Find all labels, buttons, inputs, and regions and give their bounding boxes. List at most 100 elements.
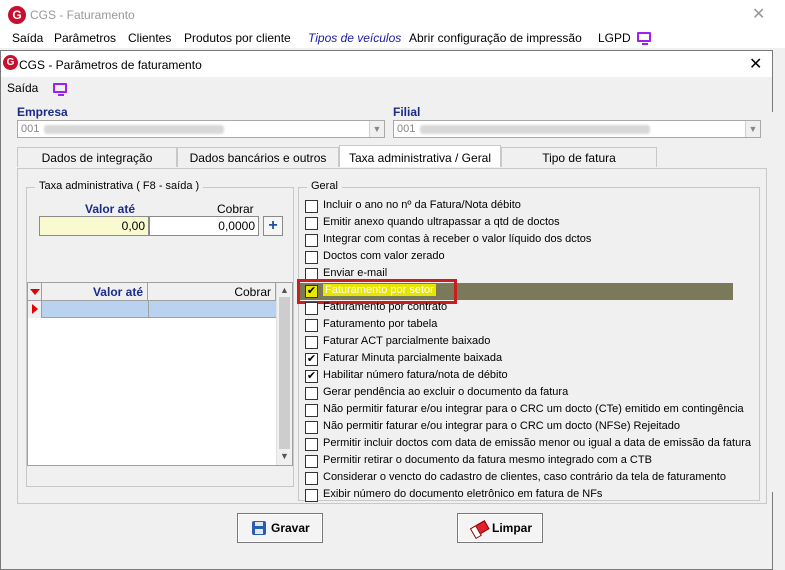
checkbox[interactable] xyxy=(305,234,318,247)
tab-strip: Dados de integração Dados bancários e ou… xyxy=(17,145,767,169)
filial-value: 001 xyxy=(397,123,416,135)
eraser-icon xyxy=(472,520,490,536)
option-considerar-vencto[interactable]: Considerar o vencto do cadastro de clien… xyxy=(305,470,765,487)
main-titlebar: G CGS - Faturamento ✕ xyxy=(0,0,785,30)
option-faturar-minuta[interactable]: ✔ Faturar Minuta parcialmente baixada xyxy=(305,351,765,368)
limpar-label: Limpar xyxy=(492,521,533,535)
taxa-groupbox: Taxa administrativa ( F8 - saída ) Valor… xyxy=(26,180,294,487)
option-emitir-anexo[interactable]: Emitir anexo quando ultrapassar a qtd de… xyxy=(305,215,765,232)
dialog-titlebar: G CGS - Parâmetros de faturamento ✕ xyxy=(1,51,772,77)
grid-col-cobrar[interactable]: Cobrar xyxy=(148,283,276,301)
dialog-close-icon[interactable]: ✕ xyxy=(749,54,762,74)
menu-lgpd[interactable]: LGPD xyxy=(598,31,631,45)
option-habilitar-numero[interactable]: ✔ Habilitar número fatura/nota de débito xyxy=(305,368,765,385)
taxa-grid: Valor até Cobrar ▲ ▼ xyxy=(27,282,293,466)
scroll-down-icon[interactable]: ▼ xyxy=(277,451,292,461)
geral-options-list: Incluir o ano no nº da Fatura/Nota débit… xyxy=(297,198,759,508)
option-faturamento-setor[interactable]: ✔ Faturamento por setor xyxy=(305,283,765,300)
checkbox[interactable] xyxy=(305,336,318,349)
checkbox[interactable] xyxy=(305,472,318,485)
filial-dropdown-icon[interactable]: ▼ xyxy=(745,121,760,137)
taxa-legend: Taxa administrativa ( F8 - saída ) xyxy=(35,180,204,192)
filial-redacted xyxy=(420,125,650,134)
dialog-menu-saida[interactable]: Saída xyxy=(7,81,38,95)
checkbox[interactable] xyxy=(305,319,318,332)
tab-taxa-administrativa-geral[interactable]: Taxa administrativa / Geral xyxy=(339,145,501,167)
valor-ate-input[interactable]: 0,00 xyxy=(39,216,149,236)
checkbox[interactable] xyxy=(305,404,318,417)
tab-dados-bancarios[interactable]: Dados bancários e outros xyxy=(177,147,339,167)
save-icon xyxy=(252,521,266,535)
table-row[interactable] xyxy=(28,301,276,318)
grid-indicator-header xyxy=(28,283,42,301)
add-taxa-button[interactable]: + xyxy=(263,216,283,236)
parametros-dialog: G CGS - Parâmetros de faturamento ✕ Saíd… xyxy=(0,50,773,570)
menu-saida[interactable]: Saída xyxy=(12,31,43,45)
checkbox[interactable] xyxy=(305,489,318,502)
option-nao-permitir-nfse[interactable]: Não permitir faturar e/ou integrar para … xyxy=(305,419,765,436)
grid-vertical-scrollbar[interactable]: ▲ ▼ xyxy=(276,283,292,465)
option-faturamento-tabela[interactable]: Faturamento por tabela xyxy=(305,317,765,334)
row-divider xyxy=(148,301,149,318)
tab-dados-integracao[interactable]: Dados de integração xyxy=(17,147,177,167)
option-permitir-incluir[interactable]: Permitir incluir doctos com data de emis… xyxy=(305,436,765,453)
option-gerar-pendencia[interactable]: Gerar pendência ao excluir o documento d… xyxy=(305,385,765,402)
option-nao-permitir-cte[interactable]: Não permitir faturar e/ou integrar para … xyxy=(305,402,765,419)
option-faturar-act[interactable]: Faturar ACT parcialmente baixado xyxy=(305,334,765,351)
checkbox[interactable] xyxy=(305,387,318,400)
empresa-redacted xyxy=(44,125,224,134)
cobrar-input[interactable]: 0,0000 xyxy=(149,216,259,236)
limpar-button[interactable]: Limpar xyxy=(457,513,543,543)
main-close-icon[interactable]: ✕ xyxy=(752,4,765,24)
checkbox[interactable] xyxy=(305,217,318,230)
app-logo-icon: G xyxy=(8,6,26,24)
tab-tipo-de-fatura[interactable]: Tipo de fatura xyxy=(501,147,657,167)
row-indicator xyxy=(28,301,42,318)
scroll-up-icon[interactable]: ▲ xyxy=(277,285,292,295)
menu-clientes[interactable]: Clientes xyxy=(128,31,171,45)
checkbox[interactable] xyxy=(305,302,318,315)
main-window-title: CGS - Faturamento xyxy=(30,8,135,22)
menu-abrir-configuracao-impressao[interactable]: Abrir configuração de impressão xyxy=(409,31,582,45)
checkbox[interactable] xyxy=(305,438,318,451)
grid-col-valor-ate[interactable]: Valor até xyxy=(42,283,148,301)
checkbox[interactable] xyxy=(305,455,318,468)
option-faturamento-contrato[interactable]: Faturamento por contrato xyxy=(305,300,765,317)
gravar-button[interactable]: Gravar xyxy=(237,513,323,543)
empresa-value: 001 xyxy=(21,123,40,135)
option-doctos-zerado[interactable]: Doctos com valor zerado xyxy=(305,249,765,266)
empresa-select[interactable]: 001 ▼ xyxy=(17,120,385,138)
option-permitir-retirar[interactable]: Permitir retirar o documento da fatura m… xyxy=(305,453,765,470)
menu-parametros[interactable]: Parâmetros xyxy=(54,31,116,45)
main-window-scrollbar[interactable] xyxy=(767,112,777,492)
main-menubar: Saída Parâmetros Clientes Produtos por c… xyxy=(0,30,785,48)
checkbox[interactable] xyxy=(305,421,318,434)
option-incluir-ano[interactable]: Incluir o ano no nº da Fatura/Nota débit… xyxy=(305,198,765,215)
sort-down-icon xyxy=(30,289,40,295)
checkbox[interactable] xyxy=(305,200,318,213)
empresa-label: Empresa xyxy=(17,105,68,119)
geral-groupbox: Geral Incluir o ano no nº da Fatura/Nota… xyxy=(297,180,760,502)
geral-legend: Geral xyxy=(307,180,342,192)
monitor-icon[interactable] xyxy=(637,32,651,45)
option-exibir-numero[interactable]: Exibir número do documento eletrônico em… xyxy=(305,487,765,504)
checkbox-checked[interactable]: ✔ xyxy=(305,285,318,298)
dialog-title: CGS - Parâmetros de faturamento xyxy=(19,58,202,72)
menu-tipos-de-veiculos[interactable]: Tipos de veículos xyxy=(308,31,401,45)
cobrar-label: Cobrar xyxy=(217,202,254,216)
empresa-dropdown-icon[interactable]: ▼ xyxy=(369,121,384,137)
row-pointer-icon xyxy=(32,304,38,314)
scroll-thumb[interactable] xyxy=(279,297,290,449)
checkbox[interactable] xyxy=(305,251,318,264)
dialog-logo-icon: G xyxy=(3,55,18,70)
filial-select[interactable]: 001 ▼ xyxy=(393,120,761,138)
gravar-label: Gravar xyxy=(271,521,310,535)
checkbox-checked[interactable]: ✔ xyxy=(305,370,318,383)
tab-panel: Taxa administrativa ( F8 - saída ) Valor… xyxy=(17,168,767,504)
filial-label: Filial xyxy=(393,105,421,119)
dialog-monitor-icon[interactable] xyxy=(53,83,67,96)
menu-produtos-por-cliente[interactable]: Produtos por cliente xyxy=(184,31,291,45)
grid-header: Valor até Cobrar xyxy=(28,283,276,301)
checkbox-checked[interactable]: ✔ xyxy=(305,353,318,366)
option-integrar-contas[interactable]: Integrar com contas à receber o valor lí… xyxy=(305,232,765,249)
